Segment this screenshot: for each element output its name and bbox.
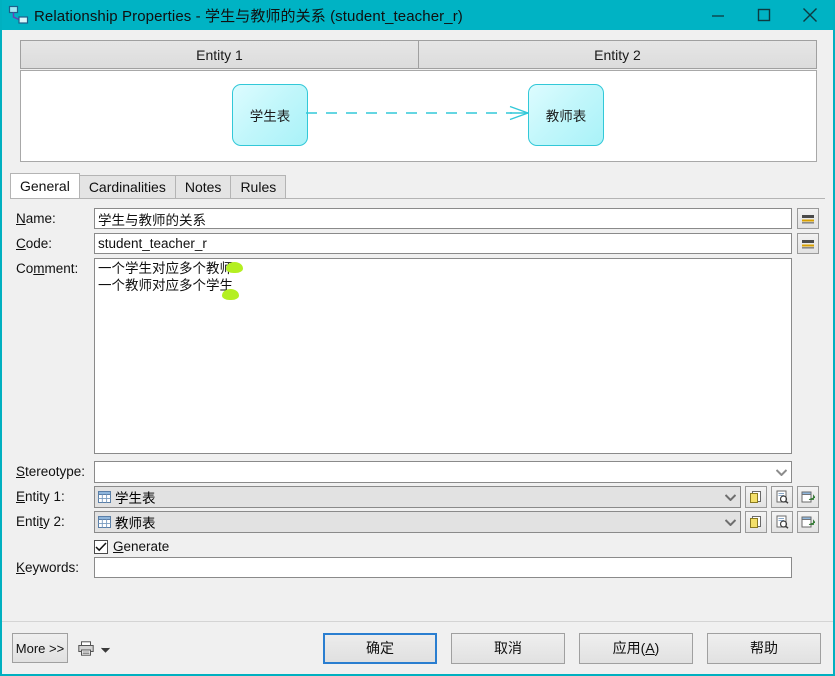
- comment-label: Comment:: [16, 261, 79, 276]
- entity1-create-object-button[interactable]: [745, 486, 767, 508]
- entity2-select-object-button[interactable]: [797, 511, 819, 533]
- code-input[interactable]: student_teacher_r: [94, 233, 792, 254]
- entity2-create-object-button[interactable]: [745, 511, 767, 533]
- minimize-button[interactable]: [695, 0, 741, 30]
- entity1-value: 学生表: [115, 491, 156, 506]
- ok-button[interactable]: 确定: [323, 632, 437, 664]
- title-bar[interactable]: Relationship Properties - 学生与教师的关系 (stud…: [2, 0, 833, 30]
- entity1-combobox[interactable]: 学生表: [94, 486, 741, 508]
- name-input[interactable]: 学生与教师的关系: [94, 208, 792, 229]
- entity1-row: Entity 1: 学生表: [16, 486, 819, 508]
- keywords-row: Keywords:: [16, 557, 819, 579]
- name-value: 学生与教师的关系: [98, 212, 206, 228]
- entity2-label: Entity 2:: [16, 514, 65, 529]
- keywords-label: Keywords:: [16, 560, 80, 575]
- highlight-artifact-1: [226, 262, 243, 273]
- entity-column-headers: Entity 1 Entity 2: [20, 40, 817, 69]
- diagram-entity1-box[interactable]: 学生表: [232, 84, 308, 146]
- maximize-button[interactable]: [741, 0, 787, 30]
- entity1-label: Entity 1:: [16, 489, 65, 504]
- name-label: Name:: [16, 211, 56, 226]
- name-row: Name: 学生与教师的关系: [16, 208, 819, 230]
- general-tab-panel: Name: 学生与教师的关系 Code: student_teacher_r C…: [10, 198, 825, 621]
- tab-general[interactable]: General: [10, 173, 80, 198]
- apply-button[interactable]: 应用(A): [579, 632, 693, 664]
- highlight-artifact-2: [222, 289, 239, 300]
- code-label: Code:: [16, 236, 53, 251]
- chevron-down-icon[interactable]: [721, 487, 740, 507]
- table-icon: [98, 516, 111, 528]
- cancel-button[interactable]: 取消: [451, 632, 565, 664]
- code-value: student_teacher_r: [98, 236, 207, 251]
- diagram-entity2-box[interactable]: 教师表: [528, 84, 604, 146]
- comment-line-1: 一个学生对应多个教师: [98, 261, 233, 276]
- code-equals-button[interactable]: [797, 233, 819, 254]
- entity2-combobox[interactable]: 教师表: [94, 511, 741, 533]
- comment-textarea[interactable]: 一个学生对应多个教师 一个教师对应多个学生: [94, 258, 792, 454]
- code-row: Code: student_teacher_r: [16, 233, 819, 255]
- name-equals-button[interactable]: [797, 208, 819, 229]
- stereotype-combobox[interactable]: [94, 461, 792, 483]
- tab-cardinalities[interactable]: Cardinalities: [79, 175, 176, 198]
- stereotype-label: Stereotype:: [16, 464, 86, 479]
- tab-notes[interactable]: Notes: [175, 175, 232, 198]
- diagram-entity2-label: 教师表: [545, 109, 587, 124]
- entity2-properties-button[interactable]: [771, 511, 793, 533]
- keywords-input[interactable]: [94, 557, 792, 578]
- stereotype-row: Stereotype:: [16, 461, 819, 483]
- entity2-value: 教师表: [115, 516, 156, 531]
- tab-strip: General Cardinalities Notes Rules: [10, 173, 833, 198]
- comment-line-2: 一个教师对应多个学生: [98, 278, 233, 293]
- entity1-select-object-button[interactable]: [797, 486, 819, 508]
- more-button[interactable]: More >>: [12, 633, 68, 663]
- close-button[interactable]: [787, 0, 833, 30]
- relationship-diagram-preview[interactable]: 学生表 教师表: [20, 70, 817, 162]
- relationship-icon: [8, 5, 30, 25]
- table-icon: [98, 491, 111, 503]
- diagram-entity1-label: 学生表: [249, 109, 291, 124]
- entity2-header: Entity 2: [419, 40, 817, 69]
- entity1-header: Entity 1: [20, 40, 419, 69]
- chevron-down-icon[interactable]: [772, 462, 791, 482]
- window-title: Relationship Properties - 学生与教师的关系 (stud…: [34, 7, 463, 25]
- generate-row: Generate: [16, 539, 819, 554]
- help-button[interactable]: 帮助: [707, 632, 821, 664]
- relationship-properties-dialog: Relationship Properties - 学生与教师的关系 (stud…: [0, 0, 835, 676]
- chevron-down-icon[interactable]: [721, 512, 740, 532]
- generate-label: Generate: [113, 539, 170, 554]
- relationship-connector-line: [306, 101, 532, 128]
- entity1-properties-button[interactable]: [771, 486, 793, 508]
- generate-checkbox[interactable]: [94, 539, 108, 554]
- print-dropdown-chevron-down-icon[interactable]: [101, 641, 110, 656]
- tab-rules[interactable]: Rules: [231, 175, 287, 198]
- print-icon[interactable]: [76, 637, 96, 659]
- entity2-row: Entity 2: 教师表: [16, 511, 819, 533]
- comment-row: Comment: 一个学生对应多个教师 一个教师对应多个学生: [16, 258, 819, 454]
- dialog-footer: More >> 确定 取消 应用(A) 帮助: [2, 621, 833, 674]
